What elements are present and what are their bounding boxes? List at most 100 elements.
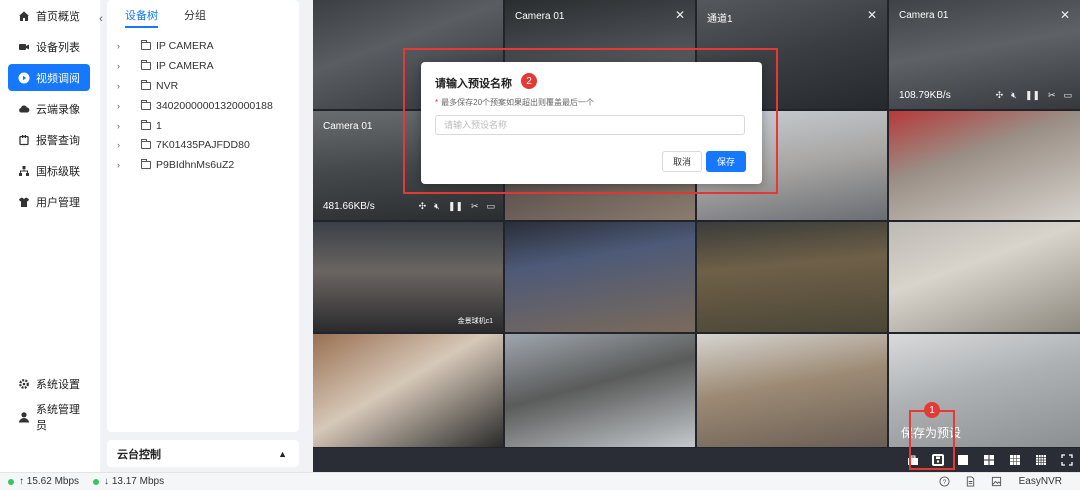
layout-3x3-icon[interactable]: [1008, 453, 1022, 467]
preset-name-input[interactable]: [435, 115, 745, 135]
arrow-down-icon: ↓: [104, 476, 112, 487]
dialog-hint-text: 最多保存20个预案如果超出则覆盖最后一个: [441, 98, 595, 107]
tree-item[interactable]: › 1: [117, 117, 162, 135]
mute-icon[interactable]: 🔇︎: [1011, 90, 1017, 101]
layout-1x1-icon[interactable]: [956, 453, 970, 467]
camera-title: 通道1: [707, 14, 733, 25]
camera-title: Camera 01: [323, 121, 373, 132]
image-icon[interactable]: [991, 475, 1003, 487]
home-icon: [18, 10, 30, 22]
tree-item[interactable]: › P9BIdhnMs6uZ2: [117, 156, 234, 174]
video-cell[interactable]: [889, 222, 1080, 332]
folder-icon: [141, 40, 151, 50]
fullscreen-icon[interactable]: [1060, 453, 1074, 467]
video-cell[interactable]: [697, 222, 887, 332]
folder-icon: [141, 159, 151, 169]
sidebar-item-admin[interactable]: 系统管理员: [8, 403, 90, 432]
alarm-icon: [18, 134, 30, 146]
save-button[interactable]: 保存: [706, 151, 746, 172]
tree-item-label: 34020000001320000188: [156, 100, 273, 112]
sidebar-item-home[interactable]: 首页概览: [8, 2, 90, 29]
chevron-right-icon[interactable]: ›: [117, 81, 127, 91]
sidebar-item-cascade[interactable]: 国标级联: [8, 157, 90, 184]
mute-icon[interactable]: 🔇︎: [434, 201, 440, 212]
sidebar-item-devices[interactable]: 设备列表: [8, 33, 90, 60]
ptz-icon[interactable]: ✣: [419, 201, 427, 212]
tree-item-label: 1: [156, 120, 162, 132]
tab-group[interactable]: 分组: [184, 0, 206, 28]
scissors-icon[interactable]: ✂: [471, 201, 479, 212]
collapse-sidebar-button[interactable]: ‹: [95, 12, 107, 26]
upload-speed: ↑ 15.62 Mbps: [8, 476, 79, 487]
video-toolbar: [313, 448, 1080, 472]
sidebar-item-label: 首页概览: [36, 10, 80, 23]
sidebar-item-label: 国标级联: [36, 165, 80, 178]
cancel-button[interactable]: 取消: [662, 151, 702, 172]
video-cell[interactable]: Camera 01 ✕ 108.79KB/s ✣ 🔇︎ ❚❚ ✂ ▭: [889, 0, 1080, 109]
document-icon[interactable]: [965, 475, 977, 487]
preset-name-dialog: 请输入预设名称 2 *最多保存20个预案如果超出则覆盖最后一个 取消 保存: [421, 62, 762, 184]
tree-item[interactable]: › 34020000001320000188: [117, 97, 273, 115]
folder-icon: [141, 80, 151, 90]
tree-item[interactable]: › 7K01435PAJFDD80: [117, 136, 250, 154]
video-cell[interactable]: [697, 334, 887, 447]
sidebar-item-settings[interactable]: 系统设置: [8, 370, 90, 397]
close-icon[interactable]: ✕: [675, 8, 685, 22]
tree-item[interactable]: › NVR: [117, 77, 178, 95]
cloud-icon: [18, 103, 30, 115]
chevron-right-icon[interactable]: ›: [117, 121, 127, 131]
ptz-icon[interactable]: ✣: [996, 90, 1004, 101]
cascade-icon: [18, 165, 30, 177]
sidebar-item-video[interactable]: 视频调阅: [8, 64, 90, 91]
tree-item-label: IP CAMERA: [156, 60, 214, 72]
chevron-right-icon[interactable]: ›: [117, 61, 127, 71]
record-icon[interactable]: ▭: [1063, 90, 1072, 101]
chevron-right-icon[interactable]: ›: [117, 160, 127, 170]
video-cell[interactable]: [889, 111, 1080, 220]
cell-controls: ✣ 🔇︎ ❚❚ ✂ ▭: [996, 90, 1072, 101]
camera-overlay-label: 金景球机c1: [457, 318, 493, 325]
svg-text:?: ?: [943, 478, 947, 485]
video-cell[interactable]: [505, 334, 695, 447]
gear-icon: [18, 378, 30, 390]
close-icon[interactable]: ✕: [867, 8, 877, 22]
pause-icon[interactable]: ❚❚: [1025, 90, 1040, 101]
sidebar-item-label: 报警查询: [36, 134, 80, 147]
sidebar-item-alarm[interactable]: 报警查询: [8, 126, 90, 153]
record-icon[interactable]: ▭: [486, 201, 495, 212]
chevron-right-icon[interactable]: ›: [117, 140, 127, 150]
tree-item[interactable]: › IP CAMERA: [117, 37, 214, 55]
ptz-control-header[interactable]: 云台控制 ▲: [107, 440, 299, 467]
triangle-up-icon[interactable]: ▲: [278, 449, 287, 459]
scissors-icon[interactable]: ✂: [1048, 90, 1056, 101]
video-cell[interactable]: 金景球机c1: [313, 222, 503, 332]
sidebar-item-label: 系统设置: [36, 378, 80, 391]
sidebar-item-users[interactable]: 用户管理: [8, 188, 90, 215]
user-group-icon: [18, 196, 30, 208]
layout-4x4-icon[interactable]: [1034, 453, 1048, 467]
pause-icon[interactable]: ❚❚: [448, 201, 463, 212]
step-badge-2: 2: [521, 73, 537, 89]
help-icon[interactable]: ?: [939, 475, 951, 487]
folder-icon: [141, 139, 151, 149]
video-cell[interactable]: [505, 222, 695, 332]
camera-title: Camera 01: [515, 11, 565, 22]
camera-icon: [18, 41, 30, 53]
bitrate-label: 481.66KB/s: [323, 201, 375, 212]
tree-item-label: P9BIdhnMs6uZ2: [156, 159, 235, 171]
tab-device-tree[interactable]: 设备树: [125, 0, 158, 28]
close-icon[interactable]: ✕: [1060, 8, 1070, 22]
sidebar-item-label: 系统管理员: [36, 403, 80, 432]
layout-2x2-icon[interactable]: [982, 453, 996, 467]
sidebar-item-cloud[interactable]: 云端录像: [8, 95, 90, 122]
sidebar-item-label: 设备列表: [36, 41, 80, 54]
upload-value: 15.62 Mbps: [26, 476, 80, 487]
dialog-title: 请输入预设名称: [435, 78, 512, 90]
tree-item[interactable]: › IP CAMERA: [117, 57, 214, 75]
sidebar: 首页概览 设备列表 视频调阅 云端录像 报警查询 国标级联 用户管理 系统设置 …: [0, 0, 100, 472]
tree-item-label: 7K01435PAJFDD80: [156, 139, 250, 151]
chevron-right-icon[interactable]: ›: [117, 41, 127, 51]
arrow-up-icon: ↑: [19, 476, 27, 487]
chevron-right-icon[interactable]: ›: [117, 101, 127, 111]
video-cell[interactable]: [313, 334, 503, 447]
